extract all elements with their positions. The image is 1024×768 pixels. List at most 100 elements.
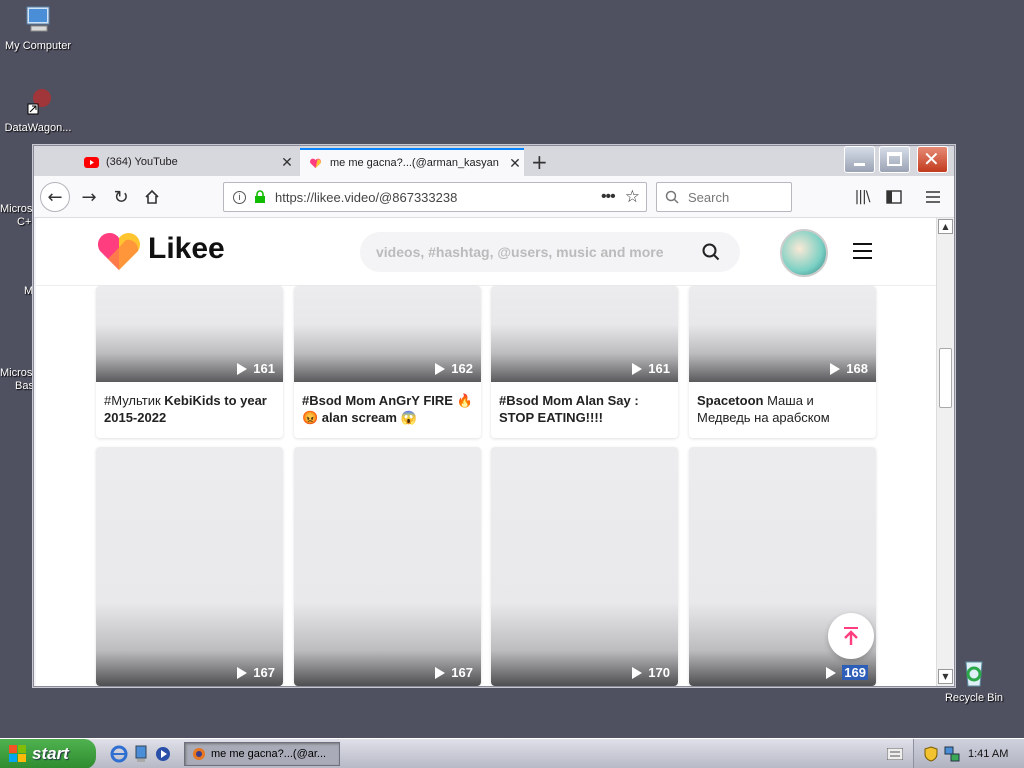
view-count: 161 — [632, 361, 670, 376]
lock-icon — [255, 190, 265, 203]
datawagon-icon[interactable]: DataWagon... — [0, 86, 76, 135]
recycle-icon — [958, 656, 990, 688]
tab-title: (364) YouTube — [106, 156, 178, 168]
clock[interactable]: 1:41 AM — [968, 748, 1008, 760]
back-to-top-button[interactable] — [828, 613, 874, 659]
video-card[interactable]: 161 #Bsod Mom Alan Say : STOP EATING!!!! — [491, 286, 678, 438]
search-placeholder: Search — [688, 189, 730, 205]
scroll-up-icon[interactable]: ▲ — [938, 219, 953, 234]
tab-title: me me gacna?...(@arman_kasyan — [330, 157, 499, 169]
likee-header: Likee videos, #hashtag, @users, music an… — [36, 218, 936, 286]
media-player-icon[interactable] — [154, 745, 172, 763]
forward-button[interactable]: → — [74, 182, 104, 212]
video-title[interactable]: #Мультик KebiKids to year 2015-2022 — [96, 382, 283, 438]
home-button[interactable] — [137, 182, 167, 212]
close-window-button[interactable]: ✕ — [917, 146, 948, 173]
scroll-down-icon[interactable]: ▼ — [938, 669, 953, 684]
video-card[interactable]: 161 #Мультик KebiKids to year 2015-2022 — [96, 286, 283, 438]
taskbar-task-browser[interactable]: me me gacna?...(@ar... — [184, 742, 340, 766]
video-thumbnail[interactable]: 162 — [294, 286, 481, 382]
likee-logo-text[interactable]: Likee — [148, 232, 225, 266]
computer-quicklaunch-icon[interactable] — [133, 745, 149, 763]
menu-icon[interactable] — [918, 182, 948, 212]
view-count: 167 — [237, 665, 275, 680]
computer-icon — [22, 4, 54, 36]
play-icon — [826, 666, 837, 679]
likee-search-placeholder: videos, #hashtag, @users, music and more — [376, 244, 664, 260]
bookmark-star-icon[interactable]: ☆ — [625, 187, 640, 207]
start-label: start — [32, 744, 69, 763]
browser-window: (364) YouTube ✕ me me gacna?...(@arman_k… — [33, 145, 955, 687]
play-icon — [632, 666, 643, 679]
likee-heart-icon — [310, 158, 321, 168]
view-count: 161 — [237, 361, 275, 376]
tab-youtube[interactable]: (364) YouTube ✕ — [76, 148, 296, 176]
scroll-thumb[interactable] — [939, 348, 952, 408]
start-button[interactable]: start — [0, 739, 96, 768]
home-icon — [145, 189, 159, 204]
tab-likee[interactable]: me me gacna?...(@arman_kasyan ✕ — [300, 148, 524, 176]
hamburger-menu-icon[interactable] — [853, 243, 872, 259]
video-card[interactable]: 168 Spacetoon Маша и Медведь на арабском — [689, 286, 876, 438]
network-icon[interactable] — [944, 746, 960, 762]
video-title[interactable]: Spacetoon Маша и Медведь на арабском — [689, 382, 876, 438]
arrow-up-icon — [844, 627, 858, 645]
video-thumbnail[interactable]: 161 — [96, 286, 283, 382]
new-tab-icon[interactable]: + — [531, 150, 548, 174]
ie-quicklaunch-icon[interactable] — [110, 745, 128, 763]
video-thumbnail[interactable]: 168 — [689, 286, 876, 382]
video-title[interactable]: #Bsod Mom AnGrY FIRE 🔥😡 alan scream 😱 — [294, 382, 481, 438]
tab-bar: (364) YouTube ✕ me me gacna?...(@arman_k… — [34, 146, 954, 176]
my-computer-label: My Computer — [4, 40, 72, 52]
video-thumbnail[interactable]: 161 — [491, 286, 678, 382]
page-content: Likee videos, #hashtag, @users, music an… — [36, 218, 936, 686]
maximize-button[interactable] — [879, 146, 910, 173]
search-icon[interactable] — [702, 243, 720, 261]
play-icon — [632, 362, 643, 375]
page-actions-icon[interactable]: ••• — [601, 188, 616, 206]
video-title[interactable]: #Bsod Mom Alan Say : STOP EATING!!!! — [491, 382, 678, 438]
my-computer-icon[interactable]: My Computer — [0, 4, 76, 53]
recycle-bin-label: Recycle Bin — [944, 692, 1004, 704]
partial-icon-label: C+ — [17, 216, 32, 228]
view-count: 168 — [830, 361, 868, 376]
video-card[interactable]: 170 — [491, 447, 678, 686]
minimize-button[interactable] — [844, 146, 875, 173]
user-avatar[interactable] — [780, 229, 828, 277]
video-thumbnail[interactable]: 170 — [491, 447, 678, 686]
play-icon — [237, 666, 248, 679]
info-icon[interactable]: i — [233, 190, 246, 204]
video-card[interactable]: 162 #Bsod Mom AnGrY FIRE 🔥😡 alan scream … — [294, 286, 481, 438]
view-count: 169 — [826, 665, 868, 680]
close-tab-icon[interactable]: ✕ — [506, 155, 524, 172]
url-bar[interactable]: i https://likee.video/@867333238 ••• ☆ — [223, 182, 647, 212]
video-card[interactable]: 167 — [294, 447, 481, 686]
windows-logo-icon — [9, 745, 26, 762]
play-icon — [237, 362, 248, 375]
play-icon — [830, 362, 841, 375]
partial-icon-label: M — [24, 285, 34, 297]
keyboard-icon[interactable] — [887, 748, 903, 760]
close-tab-icon[interactable]: ✕ — [278, 154, 296, 171]
view-count: 170 — [632, 665, 670, 680]
shortcut-icon — [22, 86, 54, 118]
security-shield-icon[interactable] — [924, 746, 938, 762]
vertical-scrollbar[interactable]: ▲ ▼ — [936, 218, 953, 686]
taskbar: start me me gacna?...(@ar... 1:41 AM — [0, 738, 1024, 768]
video-thumbnail[interactable]: 167 — [96, 447, 283, 686]
likee-search-input[interactable]: videos, #hashtag, @users, music and more — [360, 232, 740, 272]
video-thumbnail[interactable]: 167 — [294, 447, 481, 686]
play-icon — [435, 666, 446, 679]
library-icon[interactable]: |||\ — [847, 182, 877, 212]
likee-logo-icon[interactable] — [96, 232, 142, 272]
partial-icon-label: Micros — [0, 367, 33, 379]
url-text: https://likee.video/@867333238 — [275, 189, 458, 205]
search-bar[interactable]: Search — [656, 182, 792, 212]
sidebar-icon[interactable] — [879, 182, 909, 212]
reload-button[interactable]: ↻ — [106, 182, 136, 212]
video-card[interactable]: 167 — [96, 447, 283, 686]
system-tray: 1:41 AM — [913, 739, 1024, 768]
partial-icon-label: Bas — [15, 380, 34, 392]
back-button[interactable]: ← — [40, 182, 70, 212]
partial-icon-label: Micros — [0, 203, 33, 215]
